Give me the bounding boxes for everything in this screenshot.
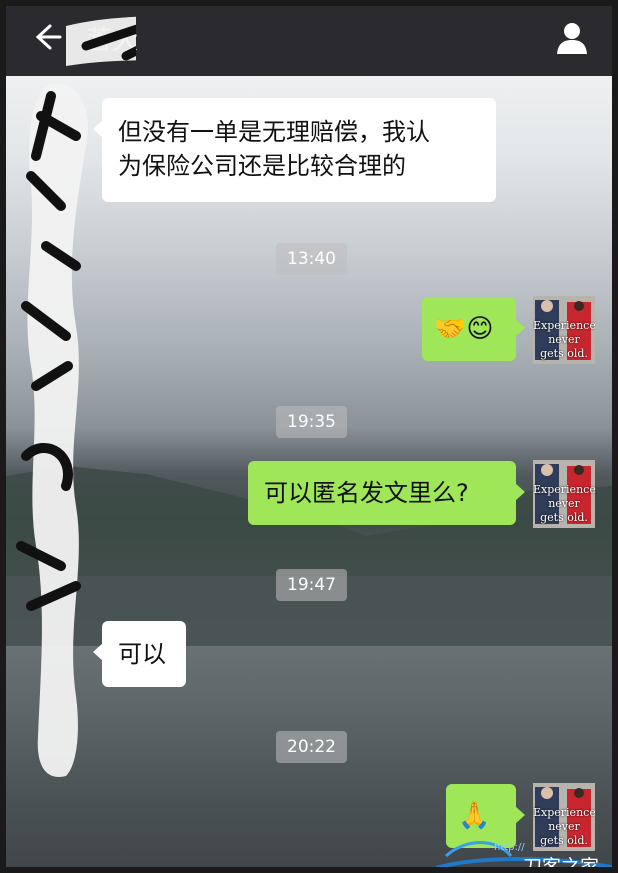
timestamp: 19:35 <box>276 406 347 438</box>
avatar-text: Experience <box>533 319 595 332</box>
message-bubble-outgoing[interactable]: 可以匿名发文里么? <box>248 461 525 525</box>
avatar-text: Experience <box>533 483 595 496</box>
message-text: 可以匿名发文里么? <box>264 479 469 507</box>
message-text: 🙏 <box>458 801 491 831</box>
message-bubble-incoming[interactable]: 但没有一单是无理赔偿，我认 为保险公司还是比较合理的 <box>93 98 496 202</box>
avatar-text: gets old. <box>540 511 588 524</box>
avatar-text: never <box>548 820 580 833</box>
message-bubble-outgoing[interactable]: 🤝😊 <box>422 297 525 361</box>
message-text: 🤝😊 <box>434 314 494 344</box>
avatar-text: never <box>548 497 580 510</box>
avatar[interactable]: Experience never gets old. <box>533 296 595 364</box>
avatar-text: never <box>548 333 580 346</box>
timestamp: 19:47 <box>276 569 347 601</box>
message-text: 但没有一单是无理赔偿，我认 <box>118 118 430 146</box>
watermark-url: http:// <box>494 842 525 853</box>
avatar-text: Experience <box>533 806 595 819</box>
redaction-scribble <box>16 16 136 777</box>
chat-window: 菩大 但没有一单是无理赔偿，我认 为保险公司还是比较合理的 13:40 🤝😊 E… <box>0 0 618 873</box>
avatar[interactable]: Experience never gets old. <box>533 460 595 528</box>
watermark-text: 刀客之家 <box>523 856 600 873</box>
timestamp: 13:40 <box>276 243 347 275</box>
timestamp: 20:22 <box>276 731 347 763</box>
profile-icon[interactable] <box>554 20 590 56</box>
avatar-text: gets old. <box>540 347 588 360</box>
message-text: 为保险公司还是比较合理的 <box>118 152 406 180</box>
